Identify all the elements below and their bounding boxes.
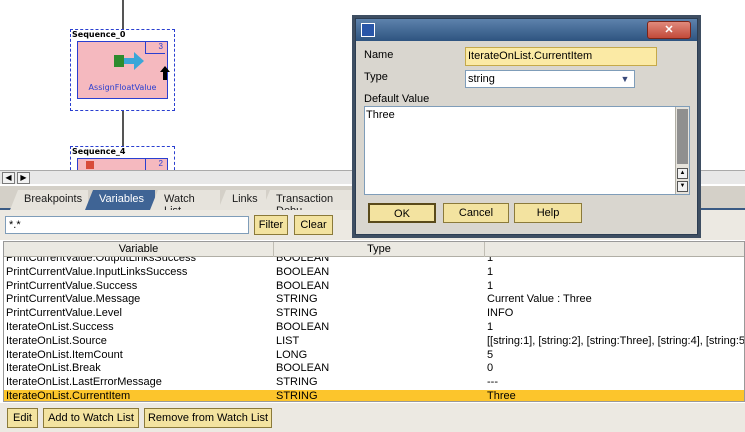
variables-table[interactable]: PrintCurrentValue.OutputLinksSuccess BOOL… [3,241,745,402]
scroll-left-icon[interactable]: ◀ [2,172,15,184]
close-icon[interactable]: ✕ [647,21,691,39]
cell-type: STRING [276,376,318,389]
scroll-thumb[interactable] [677,109,688,164]
node-icon [86,161,94,169]
table-row[interactable]: IterateOnList.Break BOOLEAN 0 [4,362,744,376]
cell-value: 1 [487,320,494,333]
cell-variable: IterateOnList.Source [6,334,107,347]
tab-breakpoints[interactable]: Breakpoints [10,190,88,210]
column-header-variable[interactable]: Variable [4,242,274,257]
table-row[interactable]: IterateOnList.LastErrorMessage STRING --- [4,376,744,390]
table-row[interactable]: IterateOnList.ItemCount LONG 5 [4,349,744,363]
cell-type: LIST [276,334,300,347]
edit-button[interactable]: Edit [7,408,38,428]
sequence-block[interactable]: Sequence_0 3 AssignFloatValue [70,29,175,111]
type-value: string [468,73,495,85]
cell-value: Three [487,389,516,402]
tab-watch-list[interactable]: Watch List [150,190,220,210]
connector-line [122,0,124,30]
edit-variable-dialog: ✕ Name IterateOnList.CurrentItem Type st… [355,18,698,235]
cancel-button[interactable]: Cancel [443,203,509,223]
chevron-down-icon[interactable]: ▼ [618,72,632,86]
dialog-title-bar[interactable]: ✕ [356,19,697,41]
action-node[interactable]: 3 AssignFloatValue [77,41,170,99]
scroll-up-icon[interactable]: ▲ [677,168,688,179]
cell-value: Current Value : Three [487,293,592,306]
cell-value: 1 [487,265,494,278]
table-header: Variable Type [4,242,744,257]
table-row[interactable]: PrintCurrentValue.Success BOOLEAN 1 [4,280,744,294]
node-caption: AssignFloatValue [88,83,157,92]
ok-button[interactable]: OK [368,203,436,223]
default-value-text: Three [366,109,395,121]
tab-links[interactable]: Links [218,190,266,210]
cell-type: STRING [276,389,318,402]
cell-variable: PrintCurrentValue.Message [6,293,141,306]
table-row[interactable]: PrintCurrentValue.Message STRING Current V… [4,293,744,307]
cell-type: STRING [276,307,318,320]
cell-value: [[string:1], [string:2], [string:Three],… [487,334,744,347]
default-value-label: Default Value [364,93,430,105]
tab-variables[interactable]: Variables [85,190,155,210]
sequence-block[interactable]: Sequence_4 2 [70,146,175,170]
cell-variable: IterateOnList.CurrentItem [6,389,131,402]
table-row[interactable]: IterateOnList.Success BOOLEAN 1 [4,321,744,335]
cell-variable: PrintCurrentValue.Level [6,307,122,320]
cell-value: --- [487,376,498,389]
cell-value: 5 [487,348,494,361]
tab-transaction-debug[interactable]: Transaction Debu [262,190,362,210]
name-label: Name [364,49,394,61]
scroll-down-icon[interactable]: ▼ [677,181,688,192]
cell-variable: IterateOnList.ItemCount [6,348,123,361]
cell-variable: PrintCurrentValue.InputLinksSuccess [6,265,188,278]
cell-value: INFO [487,307,514,320]
default-value-textarea[interactable]: Three ▲ ▼ [364,106,690,195]
cell-variable: IterateOnList.Break [6,362,101,375]
table-row[interactable]: PrintCurrentValue.Level STRING INFO [4,307,744,321]
cell-variable: IterateOnList.LastErrorMessage [6,376,162,389]
clear-button[interactable]: Clear [294,215,333,235]
cell-type: BOOLEAN [276,279,330,292]
bottom-toolbar: Edit Add to Watch List Remove from Watch… [0,403,745,432]
cursor-icon [160,66,170,80]
assign-arrow-icon [114,52,144,70]
name-field[interactable]: IterateOnList.CurrentItem [465,47,657,66]
cell-type: LONG [276,348,308,361]
cell-type: STRING [276,293,318,306]
column-header-type[interactable]: Type [274,242,485,257]
table-row-selected[interactable]: IterateOnList.CurrentItem STRING Three [4,389,744,402]
variables-table-body: PrintCurrentValue.OutputLinksSuccess BOOL… [4,252,744,402]
column-header-value[interactable] [485,242,744,257]
cell-value: 1 [487,279,494,292]
node-number: 3 [145,42,165,54]
app-icon [361,23,375,37]
scroll-right-icon[interactable]: ▶ [17,172,30,184]
filter-input[interactable] [5,216,249,234]
type-dropdown[interactable]: string ▼ [465,70,635,88]
cell-variable: PrintCurrentValue.Success [6,279,138,292]
sequence-title: Sequence_0 [72,30,126,39]
cell-type: BOOLEAN [276,362,330,375]
help-button[interactable]: Help [514,203,582,223]
cell-variable: IterateOnList.Success [6,320,114,333]
add-to-watch-list-button[interactable]: Add to Watch List [43,408,139,428]
cell-type: BOOLEAN [276,320,330,333]
table-row[interactable]: IterateOnList.Source LIST [[string:1], [st… [4,335,744,349]
node-number: 2 [145,159,165,170]
sequence-title: Sequence_4 [72,147,126,156]
textarea-scrollbar[interactable]: ▲ ▼ [675,107,689,194]
cell-value: 0 [487,362,494,375]
filter-button[interactable]: Filter [254,215,288,235]
cell-type: BOOLEAN [276,265,330,278]
action-node[interactable]: 2 [77,158,168,170]
remove-from-watch-list-button[interactable]: Remove from Watch List [144,408,272,428]
connector-line [122,111,124,147]
type-label: Type [364,71,388,83]
table-row[interactable]: PrintCurrentValue.InputLinksSuccess BOOLE… [4,266,744,280]
